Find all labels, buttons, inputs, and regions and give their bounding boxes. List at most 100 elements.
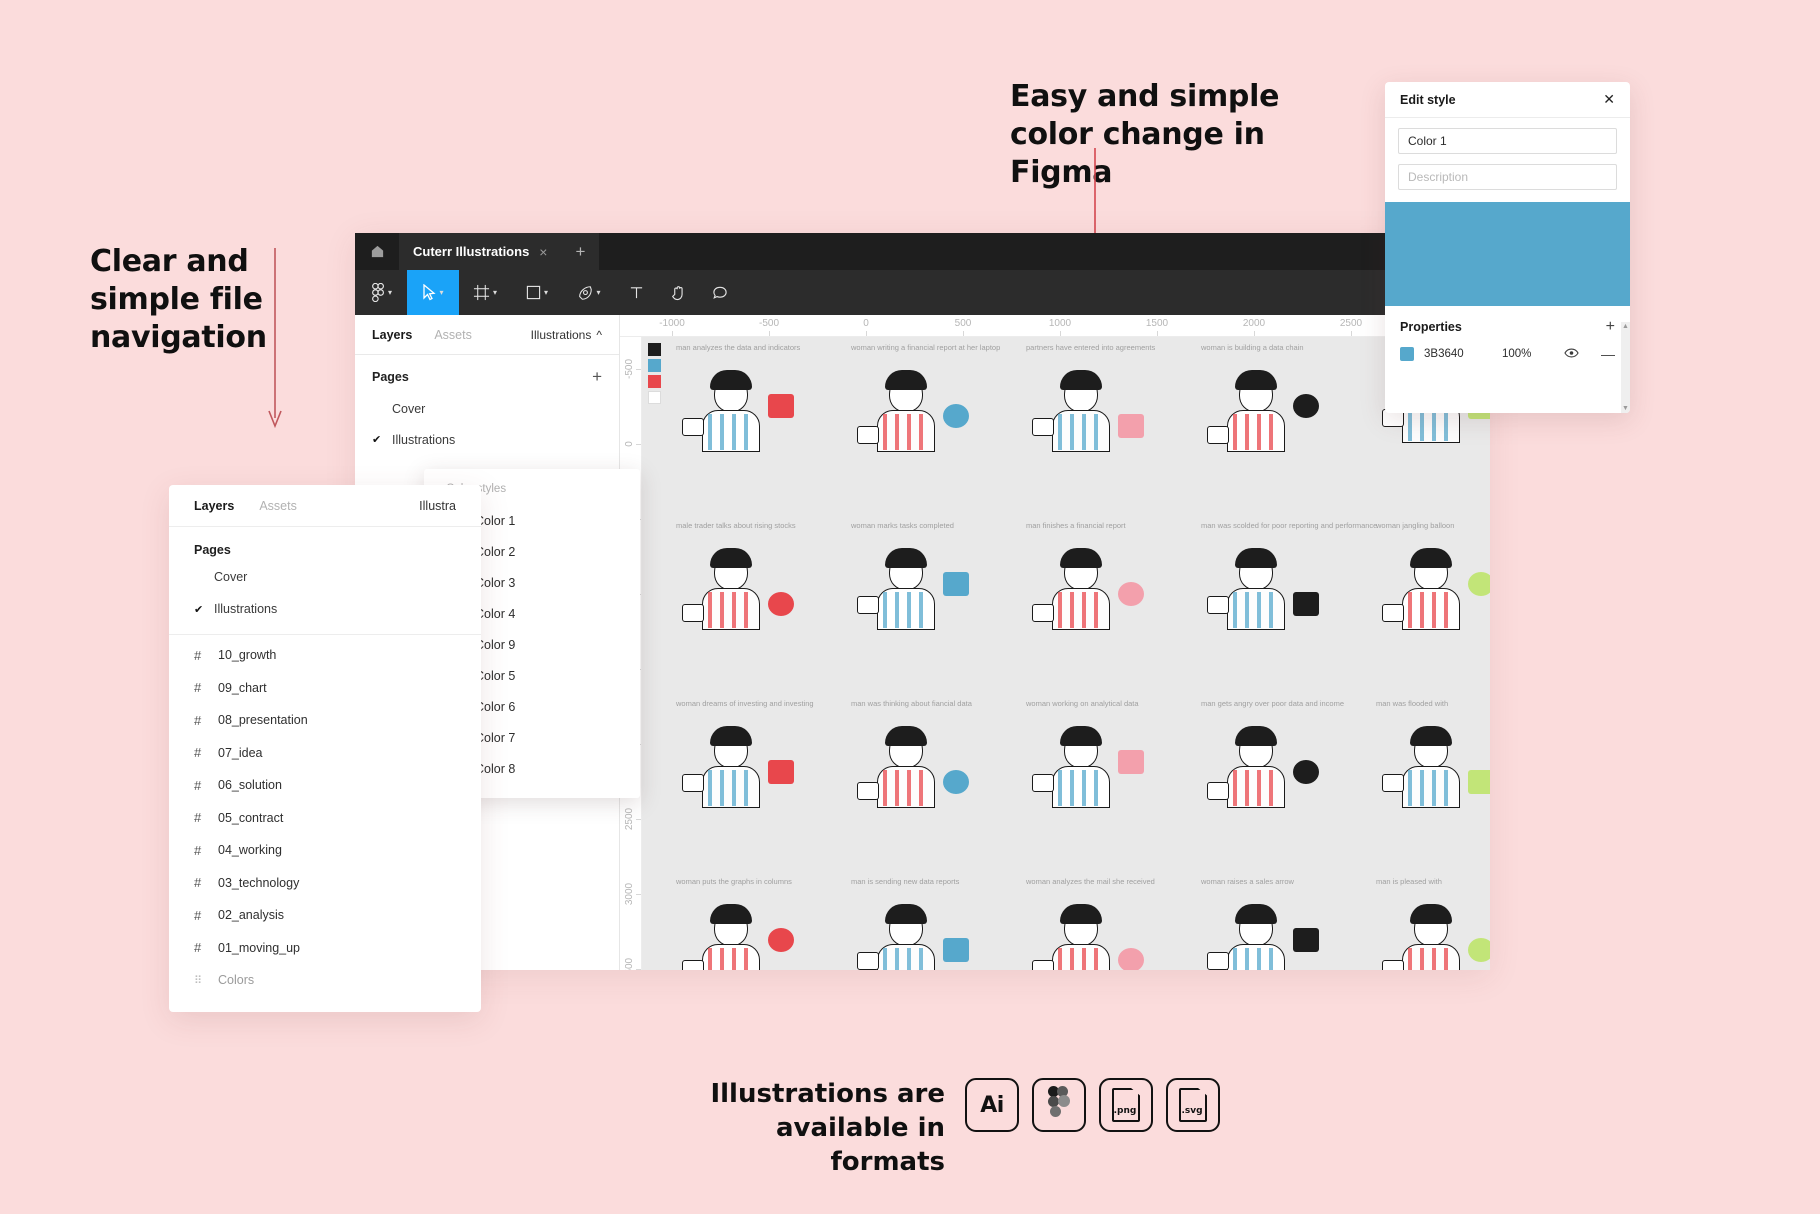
- illustration-cell[interactable]: male trader talks about rising stocks: [676, 521, 848, 636]
- frame-tool[interactable]: ▾: [459, 270, 511, 315]
- color-swatch[interactable]: [1400, 347, 1414, 361]
- palette-swatch[interactable]: [648, 343, 661, 356]
- remove-property-button[interactable]: —: [1601, 346, 1615, 362]
- property-row[interactable]: 3B3640 100% —: [1385, 342, 1630, 366]
- illustration-cell[interactable]: man gets angry over poor data and income: [1201, 699, 1373, 814]
- layer-row[interactable]: #10_growth: [169, 639, 481, 672]
- tab-layers[interactable]: Layers: [372, 328, 412, 342]
- illustration-cell[interactable]: woman puts the graphs in columns: [676, 877, 848, 970]
- color-style-label: Color 7: [475, 731, 515, 745]
- callout-file-navigation: Clear and simple file navigation: [90, 243, 340, 357]
- ruler-tick: [1157, 331, 1158, 336]
- ruler-tick: [1351, 331, 1352, 336]
- tab-assets[interactable]: Assets: [434, 328, 472, 342]
- illustration-cell[interactable]: man was thinking about fiancial data: [851, 699, 1023, 814]
- ai-format-badge[interactable]: Ai: [965, 1078, 1019, 1132]
- eye-icon[interactable]: [1564, 348, 1579, 361]
- illustration-cell[interactable]: woman dreams of investing and investing: [676, 699, 848, 814]
- illustration-caption: man gets angry over poor data and income: [1201, 699, 1373, 708]
- illustration-cell[interactable]: woman writing a financial report at her …: [851, 343, 1023, 458]
- ruler-tick-label: 0: [863, 318, 869, 329]
- chevron-down-icon[interactable]: ▾: [493, 288, 497, 297]
- figma-canvas[interactable]: -1000-5000500100015002000250030003500 -5…: [620, 315, 1490, 970]
- chevron-down-icon[interactable]: ▾: [596, 288, 600, 297]
- illustration-cell[interactable]: man finishes a financial report: [1026, 521, 1198, 636]
- page-row-cover[interactable]: Cover: [355, 393, 619, 424]
- figma-format-badge[interactable]: [1032, 1078, 1086, 1132]
- ruler-tick-label: 1500: [1146, 318, 1168, 329]
- illustration-grid: man analyzes the data and indicatorswoma…: [676, 337, 1490, 970]
- chevron-down-icon[interactable]: ▾: [388, 288, 392, 297]
- pen-tool[interactable]: ▾: [563, 270, 615, 315]
- hand-tool[interactable]: [657, 270, 699, 315]
- scroll-up-icon[interactable]: ▲: [1622, 323, 1629, 330]
- page-shape: [1112, 1088, 1140, 1122]
- layer-row[interactable]: #01_moving_up: [169, 932, 481, 965]
- layer-row[interactable]: #04_working: [169, 834, 481, 867]
- tab-assets[interactable]: Assets: [259, 499, 297, 513]
- layer-row[interactable]: ⠿Colors: [169, 964, 481, 997]
- opacity-value[interactable]: 100%: [1502, 348, 1550, 360]
- illustration-caption: woman raises a sales arrow: [1201, 877, 1373, 886]
- page-row-illustrations[interactable]: ✔ Illustrations: [169, 593, 481, 625]
- file-tab[interactable]: Cuterr Illustrations ×: [399, 233, 561, 270]
- page-label: Illustrations: [214, 602, 277, 616]
- shape-tool[interactable]: ▾: [511, 270, 563, 315]
- format-label: Ai: [980, 1093, 1004, 1118]
- illustration-cell[interactable]: woman marks tasks completed: [851, 521, 1023, 636]
- layer-row[interactable]: #06_solution: [169, 769, 481, 802]
- illustration-cell[interactable]: man analyzes the data and indicators: [676, 343, 848, 458]
- tab-layers[interactable]: Layers: [194, 499, 234, 513]
- chevron-down-icon[interactable]: ▾: [439, 288, 443, 297]
- new-tab-button[interactable]: +: [561, 233, 599, 270]
- page-selector[interactable]: Illustrations ^: [531, 328, 602, 342]
- page-selector-label[interactable]: Illustra: [419, 499, 456, 513]
- color-style-label: Color 8: [475, 762, 515, 776]
- chevron-down-icon[interactable]: ▾: [544, 288, 548, 297]
- page-row-cover[interactable]: Cover: [169, 561, 481, 593]
- document-icon: .png: [1112, 1088, 1140, 1122]
- illustration-cell[interactable]: woman analyzes the mail she received: [1026, 877, 1198, 970]
- panel-scrollbar[interactable]: ▲ ▼: [1621, 322, 1630, 413]
- layer-row[interactable]: #02_analysis: [169, 899, 481, 932]
- palette-swatch[interactable]: [648, 359, 661, 372]
- home-icon[interactable]: [355, 233, 399, 270]
- layer-row[interactable]: #08_presentation: [169, 704, 481, 737]
- illustration-artwork: [1376, 544, 1490, 636]
- layer-row[interactable]: #05_contract: [169, 802, 481, 835]
- layer-row[interactable]: #07_idea: [169, 737, 481, 770]
- page-row-illustrations[interactable]: ✔ Illustrations: [355, 424, 619, 455]
- artboard-area[interactable]: man analyzes the data and indicatorswoma…: [642, 337, 1490, 970]
- scroll-down-icon[interactable]: ▼: [1622, 405, 1629, 412]
- svg-format-badge[interactable]: .svg: [1166, 1078, 1220, 1132]
- add-page-button[interactable]: +: [592, 367, 602, 387]
- style-name-field[interactable]: Color 1: [1398, 128, 1617, 154]
- hex-value[interactable]: 3B3640: [1424, 348, 1492, 360]
- pages-label: Pages: [169, 527, 481, 561]
- illustration-cell[interactable]: man was scolded for poor reporting and p…: [1201, 521, 1373, 636]
- ruler-tick-label: -500: [759, 318, 779, 329]
- palette-swatch[interactable]: [648, 375, 661, 388]
- illustration-cell[interactable]: man was flooded with: [1376, 699, 1490, 814]
- illustration-caption: woman is building a data chain: [1201, 343, 1373, 352]
- png-format-badge[interactable]: .png: [1099, 1078, 1153, 1132]
- palette-swatch[interactable]: [648, 391, 661, 404]
- illustration-cell[interactable]: man is sending new data reports: [851, 877, 1023, 970]
- illustration-cell[interactable]: partners have entered into agreements: [1026, 343, 1198, 458]
- comment-tool[interactable]: [699, 270, 741, 315]
- close-icon[interactable]: ✕: [1603, 91, 1615, 108]
- text-tool[interactable]: [615, 270, 657, 315]
- illustration-cell[interactable]: man is pleased with: [1376, 877, 1490, 970]
- illustration-cell[interactable]: woman is building a data chain: [1201, 343, 1373, 458]
- frame-icon: #: [194, 843, 218, 858]
- menu-tool[interactable]: ▾: [355, 270, 407, 315]
- illustration-cell[interactable]: woman raises a sales arrow: [1201, 877, 1373, 970]
- illustration-cell[interactable]: woman jangling balloon: [1376, 521, 1490, 636]
- layer-row[interactable]: #03_technology: [169, 867, 481, 900]
- add-property-button[interactable]: +: [1606, 318, 1615, 336]
- layer-row[interactable]: #09_chart: [169, 672, 481, 705]
- illustration-cell[interactable]: woman working on analytical data: [1026, 699, 1198, 814]
- close-icon[interactable]: ×: [539, 244, 547, 260]
- style-description-field[interactable]: Description: [1398, 164, 1617, 190]
- move-tool[interactable]: ▾: [407, 270, 459, 315]
